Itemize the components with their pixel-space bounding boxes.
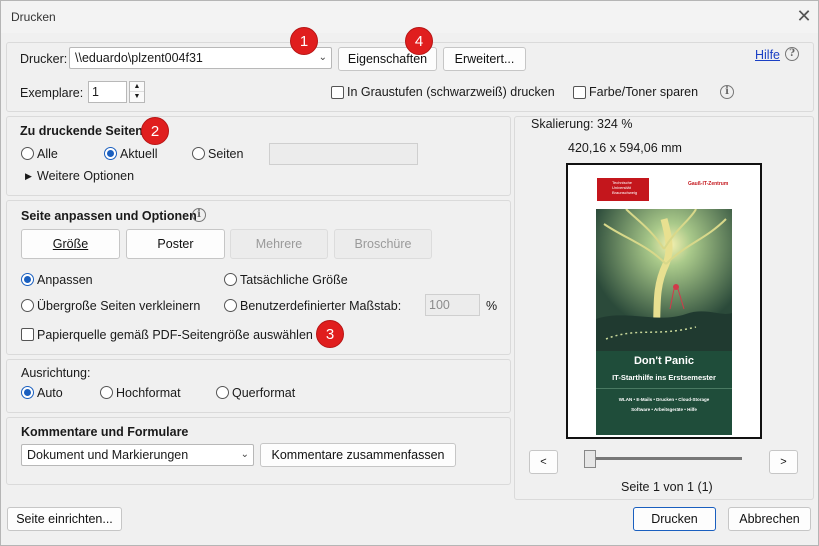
paper-source-checkbox[interactable]	[21, 328, 34, 341]
copies-stepper[interactable]: ▲ ▼	[129, 81, 145, 103]
annotation-badge-3: 3	[316, 320, 344, 348]
chevron-down-icon: ⌄	[318, 52, 327, 63]
comments-select[interactable]: Dokument und Markierungen ⌄	[21, 444, 254, 466]
pages-range-label: Seiten	[208, 147, 244, 161]
doc-logo-line: Braunschweig	[612, 190, 638, 195]
doc-subtitle: IT-Starthilfe ins Erstsemester	[612, 373, 716, 382]
doc-title: Don't Panic	[633, 355, 695, 367]
orientation-landscape-label: Querformat	[232, 386, 296, 400]
pages-current-label: Aktuell	[120, 147, 158, 161]
window-title: Drucken	[11, 10, 56, 24]
preview-prev-button[interactable]: <	[529, 450, 558, 474]
page-sizing-info-icon[interactable]: i	[192, 208, 206, 222]
help-question-icon[interactable]: ?	[785, 47, 799, 61]
fit-radio[interactable]	[21, 273, 34, 286]
pages-to-print-heading: Zu druckende Seiten	[20, 124, 143, 138]
stepper-up-icon[interactable]: ▲	[130, 82, 144, 92]
actual-size-label: Tatsächliche Größe	[240, 273, 348, 287]
tab-poster-button[interactable]: Poster	[126, 229, 225, 259]
actual-size-radio[interactable]	[224, 273, 237, 286]
doc-line-1: WLAN • E-Mails • Drucken • Cloud-Storage	[618, 397, 710, 402]
orientation-heading: Ausrichtung:	[21, 366, 91, 380]
pages-all-radio[interactable]	[21, 147, 34, 160]
dimensions-readout: 420,16 x 594,06 mm	[568, 141, 682, 155]
tab-size-button[interactable]: Größe	[21, 229, 120, 259]
grayscale-label: In Graustufen (schwarzweiß) drucken	[347, 85, 555, 99]
page-slider-thumb[interactable]	[584, 450, 596, 468]
page-setup-button[interactable]: Seite einrichten...	[7, 507, 122, 531]
doc-header-right: Gauß-IT-Zentrum	[688, 181, 729, 187]
scaling-readout: Skalierung: 324 %	[531, 117, 633, 131]
annotation-badge-2: 2	[141, 117, 169, 145]
custom-scale-label: Benutzerdefinierter Maßstab:	[240, 299, 402, 313]
expand-arrow-icon[interactable]: ▶	[25, 171, 32, 182]
printer-select-value: \\eduardo\plzent004f31	[75, 51, 203, 65]
copies-input[interactable]: 1	[88, 81, 127, 103]
fit-label: Anpassen	[37, 273, 93, 287]
pages-range-radio[interactable]	[192, 147, 205, 160]
comments-heading: Kommentare und Formulare	[21, 425, 189, 439]
cancel-button[interactable]: Abbrechen	[728, 507, 811, 531]
tab-multiple-button[interactable]: Mehrere	[230, 229, 328, 259]
orientation-auto-label: Auto	[37, 386, 63, 400]
custom-scale-unit: %	[486, 299, 498, 313]
pages-range-input[interactable]	[269, 143, 418, 165]
doc-line-2: Software • Arbeitsgeräte • Hilfe	[631, 407, 697, 412]
title-bar: Drucken ✕	[1, 1, 818, 33]
preview-next-button[interactable]: >	[769, 450, 798, 474]
shrink-oversize-label: Übergroße Seiten verkleinern	[37, 299, 201, 313]
page-status: Seite 1 von 1 (1)	[621, 480, 713, 494]
save-toner-label: Farbe/Toner sparen	[589, 85, 699, 99]
tab-booklet-button[interactable]: Broschüre	[334, 229, 432, 259]
advanced-button[interactable]: Erweitert...	[443, 47, 526, 71]
comments-select-value: Dokument und Markierungen	[27, 448, 189, 462]
annotation-badge-1: 1	[290, 27, 318, 55]
chevron-down-icon: ⌄	[240, 449, 249, 460]
shrink-oversize-radio[interactable]	[21, 299, 34, 312]
orientation-auto-radio[interactable]	[21, 386, 34, 399]
print-dialog: Drucken ✕ Drucker: \\eduardo\plzent004f3…	[0, 0, 819, 546]
stepper-down-icon[interactable]: ▼	[130, 92, 144, 102]
copies-label: Exemplare:	[20, 86, 84, 100]
info-icon[interactable]: i	[720, 85, 734, 99]
summarize-comments-button[interactable]: Kommentare zusammenfassen	[260, 443, 456, 467]
save-toner-checkbox[interactable]	[573, 86, 586, 99]
more-options-toggle[interactable]: Weitere Optionen	[37, 169, 134, 183]
custom-scale-radio[interactable]	[224, 299, 237, 312]
doc-logo: Technische Universität Braunschweig	[597, 178, 649, 201]
custom-scale-input[interactable]: 100	[425, 294, 480, 316]
orientation-portrait-radio[interactable]	[100, 386, 113, 399]
page-preview: Technische Universität Braunschweig Gauß…	[566, 163, 762, 439]
doc-green-block: Don't Panic IT-Starthilfe ins Erstsemest…	[596, 351, 732, 435]
print-button[interactable]: Drucken	[633, 507, 716, 531]
printer-label: Drucker:	[20, 52, 68, 66]
page-sizing-heading: Seite anpassen und Optionen	[21, 209, 197, 223]
pages-current-radio[interactable]	[104, 147, 117, 160]
paper-source-label: Papierquelle gemäß PDF-Seitengröße auswä…	[37, 328, 313, 342]
page-slider-track[interactable]	[584, 457, 742, 460]
orientation-portrait-label: Hochformat	[116, 386, 181, 400]
doc-illustration	[596, 209, 732, 351]
orientation-landscape-radio[interactable]	[216, 386, 229, 399]
doc-divider	[596, 388, 732, 389]
pages-all-label: Alle	[37, 147, 58, 161]
help-link[interactable]: Hilfe	[755, 48, 780, 62]
grayscale-checkbox[interactable]	[331, 86, 344, 99]
close-icon[interactable]: ✕	[794, 6, 814, 26]
annotation-badge-4: 4	[405, 27, 433, 55]
